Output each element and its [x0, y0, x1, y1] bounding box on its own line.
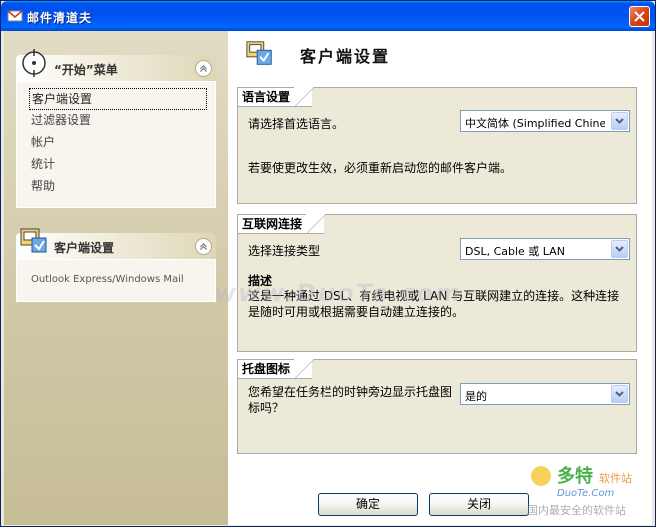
app-window: 邮件清道夫 “开始”菜单 客户端设置 过滤器设置 帐户 统计 帮助 客户端设置 …: [0, 0, 656, 527]
sidebar-item-help[interactable]: 帮助: [29, 176, 215, 198]
sidebar-item-filter-settings[interactable]: 过滤器设置: [29, 110, 215, 132]
chevron-up-icon[interactable]: [195, 60, 212, 77]
window-close-button[interactable]: [629, 6, 650, 27]
internet-connection-group: 互联网连接 选择连接类型 DSL, Cable 或 LAN 描述 这是一种通过 …: [237, 214, 637, 352]
start-menu-header[interactable]: “开始”菜单: [16, 49, 216, 81]
title-bar[interactable]: 邮件清道夫: [1, 1, 655, 31]
description-title: 描述: [248, 274, 273, 288]
chevron-up-icon[interactable]: [195, 238, 212, 255]
connection-type-value: DSL, Cable 或 LAN: [465, 245, 565, 258]
group-title: 互联网连接: [237, 214, 327, 234]
chevron-down-icon: [615, 118, 624, 124]
chevron-down-icon: [615, 246, 624, 252]
tray-icon-select[interactable]: 是的: [460, 383, 630, 405]
language-select-value: 中文简体 (Simplified Chine…: [465, 117, 605, 130]
language-select[interactable]: 中文简体 (Simplified Chine…: [460, 110, 630, 132]
close-button[interactable]: 关闭: [429, 493, 529, 516]
language-label: 请选择首选语言。: [248, 117, 345, 131]
connection-type-label: 选择连接类型: [248, 244, 321, 258]
group-title: 托盘图标: [237, 359, 315, 379]
page-title: 客户端设置: [300, 47, 391, 66]
start-menu-list: 客户端设置 过滤器设置 帐户 统计 帮助: [16, 81, 216, 208]
app-icon: [7, 10, 23, 22]
tray-label-line-1: 您希望在任务栏的时钟旁边显示托盘图: [248, 385, 453, 399]
ok-button[interactable]: 确定: [318, 493, 418, 516]
restart-note: 若要使更改生效，必须重新启动您的邮件客户端。: [248, 161, 513, 175]
close-icon: [634, 11, 645, 22]
target-icon: [22, 49, 46, 77]
main-content: 客户端设置 语言设置 请选择首选语言。 中文简体 (Simplified Chi…: [228, 31, 652, 525]
sidebar-item-accounts[interactable]: 帐户: [29, 132, 215, 154]
client-area: “开始”菜单 客户端设置 过滤器设置 帐户 统计 帮助 客户端设置 Outloo…: [4, 31, 652, 525]
sidebar-item-outlook-express[interactable]: Outlook Express/Windows Mail: [29, 270, 215, 292]
sidebar-item-client-settings[interactable]: 客户端设置: [29, 88, 207, 110]
client-settings-header[interactable]: 客户端设置: [16, 228, 216, 259]
client-settings-icon: [246, 41, 272, 65]
client-settings-panel: 客户端设置 Outlook Express/Windows Mail: [16, 228, 216, 302]
sidebar-item-statistics[interactable]: 统计: [29, 154, 215, 176]
client-settings-icon: [20, 228, 47, 253]
dropdown-button[interactable]: [611, 112, 628, 130]
description-line-2: 是随时可用或根据需要自动建立连接的。: [248, 305, 465, 319]
dropdown-button[interactable]: [611, 240, 628, 258]
connection-type-select[interactable]: DSL, Cable 或 LAN: [460, 238, 630, 260]
group-title: 语言设置: [237, 87, 315, 107]
description-line-1: 这是一种通过 DSL、有线电视或 LAN 与互联网建立的连接。这种连接: [248, 289, 620, 303]
window-title: 邮件清道夫: [27, 11, 93, 25]
chevron-down-icon: [615, 391, 624, 397]
start-menu-title: “开始”菜单: [54, 63, 118, 77]
sidebar: “开始”菜单 客户端设置 过滤器设置 帐户 统计 帮助 客户端设置 Outloo…: [4, 31, 228, 525]
tray-icon-value: 是的: [465, 390, 487, 403]
start-menu-panel: “开始”菜单 客户端设置 过滤器设置 帐户 统计 帮助: [16, 49, 216, 208]
dropdown-button[interactable]: [611, 385, 628, 403]
language-settings-group: 语言设置 请选择首选语言。 中文简体 (Simplified Chine… 若要…: [237, 87, 637, 204]
client-settings-list: Outlook Express/Windows Mail: [16, 259, 216, 302]
tray-icon-group: 托盘图标 您希望在任务栏的时钟旁边显示托盘图 标吗？ 是的: [237, 359, 637, 454]
tray-label-line-2: 标吗？: [248, 401, 285, 415]
client-settings-title: 客户端设置: [54, 241, 115, 255]
